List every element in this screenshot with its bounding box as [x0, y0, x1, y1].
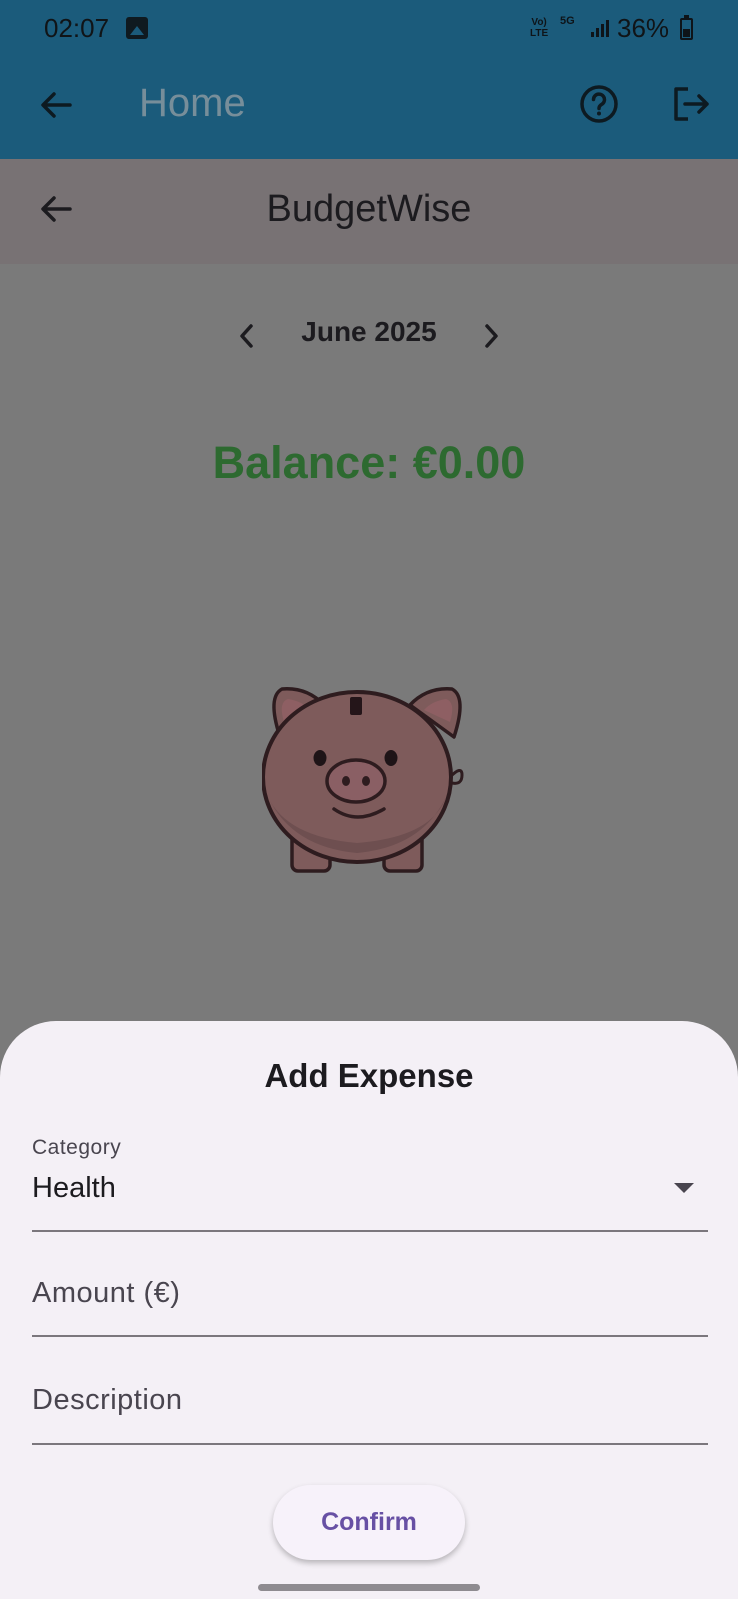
gallery-notification-icon — [126, 17, 148, 39]
description-field[interactable]: Description — [32, 1356, 708, 1445]
battery-percent: 36% — [617, 13, 670, 43]
dropdown-arrow-icon[interactable] — [674, 1183, 694, 1193]
add-expense-sheet: Add Expense Category Health Amount (€) D… — [0, 1021, 738, 1599]
battery-icon — [680, 15, 693, 40]
chevron-right-icon[interactable] — [477, 318, 505, 354]
status-bar: 02:07 Vo) LTE 5G 36% — [0, 0, 738, 57]
home-indicator[interactable] — [258, 1584, 480, 1591]
month-navigator: June 2025 — [0, 312, 738, 362]
app-bar: Home — [0, 57, 738, 159]
description-label: Description — [32, 1384, 183, 1416]
logout-icon[interactable] — [668, 81, 714, 127]
back-arrow-icon[interactable] — [34, 83, 78, 127]
category-value: Health — [32, 1172, 116, 1204]
sheet-title: Add Expense — [264, 1057, 474, 1094]
amount-field[interactable]: Amount (€) — [32, 1249, 708, 1337]
volte-indicator: Vo) LTE — [530, 17, 549, 39]
status-time: 02:07 — [44, 13, 110, 43]
help-circle-icon[interactable] — [576, 81, 622, 127]
category-label: Category — [32, 1136, 122, 1159]
confirm-button[interactable]: Confirm — [273, 1485, 465, 1560]
app-bar-title: Home — [139, 81, 246, 125]
page-title: BudgetWise — [266, 188, 472, 230]
month-label: June 2025 — [301, 316, 437, 347]
piggy-bank-icon — [262, 687, 464, 873]
signal-icon — [591, 20, 609, 37]
balance-text: Balance: €0.00 — [212, 437, 526, 488]
category-dropdown[interactable]: Category Health — [32, 1136, 708, 1232]
page-header: BudgetWise — [0, 159, 738, 264]
5g-indicator: 5G — [560, 15, 575, 27]
amount-label: Amount (€) — [32, 1277, 181, 1309]
